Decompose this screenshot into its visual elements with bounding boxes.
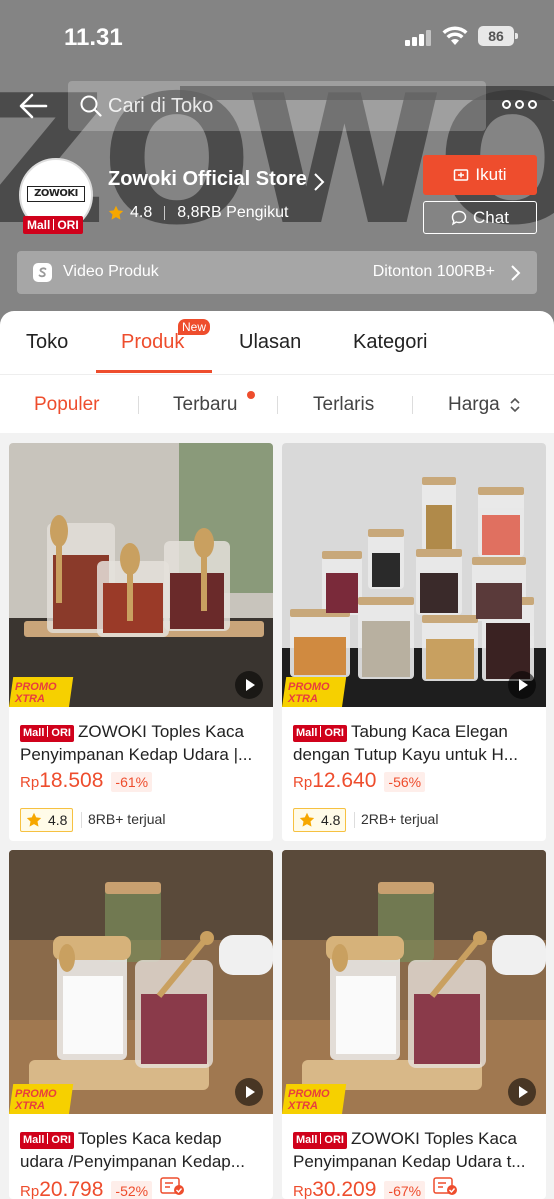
product-card[interactable]: PROMO XTRA Mall ORI Toples Kaca kedap udara… <box>9 850 273 1199</box>
store-followers: 8,8RB Pengikut <box>177 204 289 221</box>
tab-kategori[interactable]: Kategori <box>353 331 428 354</box>
active-tab-indicator <box>96 370 212 373</box>
discount-badge: -61% <box>111 772 153 792</box>
product-image[interactable]: PROMO XTRA <box>282 443 546 707</box>
star-icon <box>299 812 315 827</box>
product-price: Rp 20.798 -52% <box>20 1176 186 1199</box>
chat-bubble-icon <box>451 210 467 226</box>
store-search-bar[interactable] <box>68 81 486 131</box>
sort-terlaris[interactable]: Terlaris <box>313 394 374 416</box>
promo-xtra-text: PROMO XTRA <box>288 681 330 705</box>
shopee-video-icon <box>33 263 52 282</box>
wifi-icon <box>442 26 468 45</box>
back-arrow-icon[interactable] <box>16 88 52 124</box>
video-products-label: Video Produk <box>63 263 159 280</box>
store-name[interactable]: Zowoki Official Store <box>108 168 307 191</box>
follow-label: Ikuti <box>475 165 507 184</box>
divider <box>354 812 355 828</box>
mall-ori-badge: Mall ORI <box>23 216 83 234</box>
product-card[interactable]: PROMO XTRA Mall ORI ZOWOKI Toples Kaca Peny… <box>282 850 546 1199</box>
store-rating: 4.8 <box>130 204 153 221</box>
divider <box>164 206 166 220</box>
product-title: Mall ORI Toples Kaca kedap udara /Penyimpa… <box>20 1129 245 1171</box>
follow-button[interactable]: Ikuti <box>423 155 537 195</box>
store-stats: 4.8 8,8RB Pengikut <box>108 204 288 222</box>
coupon-icon <box>160 1177 185 1195</box>
divider <box>81 812 82 828</box>
product-price: Rp 12.640 -56% <box>293 769 426 793</box>
product-title: Mall ORI ZOWOKI Toples Kaca Penyimpanan Ke… <box>20 722 253 764</box>
product-rating: 4.8 <box>20 808 74 832</box>
video-products-bar[interactable]: Video Produk Ditonton 100RB+ <box>17 251 537 294</box>
store-tabs: Toko Produk New Ulasan Kategori <box>0 311 554 375</box>
sort-harga[interactable]: Harga <box>448 394 500 416</box>
tab-ulasan[interactable]: Ulasan <box>239 331 301 354</box>
star-icon <box>108 205 124 220</box>
product-price: Rp 30.209 -67% <box>293 1176 459 1199</box>
promo-xtra-text: PROMO XTRA <box>15 1088 57 1112</box>
sort-updown-icon[interactable] <box>508 395 522 415</box>
search-icon <box>80 95 102 117</box>
product-image[interactable]: PROMO XTRA <box>9 443 273 707</box>
chevron-right-icon[interactable] <box>312 172 326 192</box>
coupon-icon <box>433 1177 458 1195</box>
discount-badge: -52% <box>111 1181 153 1199</box>
status-time: 11.31 <box>64 24 123 51</box>
product-card[interactable]: PROMO XTRA Mall ORI Tabung Kaca Elegan deng… <box>282 443 546 841</box>
play-video-icon[interactable] <box>508 1078 536 1106</box>
mall-ori-badge: Mall ORI <box>293 1132 347 1149</box>
promo-xtra-text: PROMO XTRA <box>288 1088 330 1112</box>
store-avatar[interactable]: ZOWOKI Mall ORI <box>19 158 93 234</box>
divider <box>412 396 413 414</box>
video-views-count: Ditonton 100RB+ <box>372 263 495 280</box>
tab-produk[interactable]: Produk <box>121 331 184 354</box>
sold-count: 2RB+ terjual <box>361 811 439 827</box>
mall-ori-badge: Mall ORI <box>20 725 74 742</box>
play-video-icon[interactable] <box>235 671 263 699</box>
product-title: Mall ORI ZOWOKI Toples Kaca Penyimpanan Ke… <box>293 1129 526 1171</box>
product-price: Rp 18.508 -61% <box>20 769 153 793</box>
store-logo-text: ZOWOKI <box>27 186 85 202</box>
battery-indicator: 86 <box>478 26 518 46</box>
product-image[interactable]: PROMO XTRA <box>282 850 546 1114</box>
discount-badge: -56% <box>384 772 426 792</box>
sort-terbaru[interactable]: Terbaru <box>173 394 237 416</box>
play-video-icon[interactable] <box>235 1078 263 1106</box>
divider <box>277 396 278 414</box>
product-card[interactable]: PROMO XTRA Mall ORI ZOWOKI Toples Kaca Peny… <box>9 443 273 841</box>
chat-label: Chat <box>473 207 509 227</box>
status-bar: 11.31 86 <box>0 0 554 70</box>
store-header: ZOWOKI 11.31 86 ZOWOKI MallORI Zowoki Of… <box>0 0 554 330</box>
play-video-icon[interactable] <box>508 671 536 699</box>
chat-button[interactable]: Chat <box>423 201 537 234</box>
new-dot-indicator <box>247 391 255 399</box>
more-options-icon[interactable] <box>502 100 538 112</box>
tab-toko[interactable]: Toko <box>26 331 68 354</box>
sort-populer[interactable]: Populer <box>34 394 100 416</box>
product-image[interactable]: PROMO XTRA <box>9 850 273 1114</box>
product-rating: 4.8 <box>293 808 347 832</box>
mall-ori-badge: Mall ORI <box>293 725 347 742</box>
product-title: Mall ORI Tabung Kaca Elegan dengan Tutup K… <box>293 722 518 764</box>
star-icon <box>26 812 42 827</box>
sold-count: 8RB+ terjual <box>88 811 166 827</box>
new-badge: New <box>178 319 211 335</box>
divider <box>138 396 139 414</box>
sort-bar: Populer Terbaru Terlaris Harga <box>0 375 554 433</box>
follow-store-icon <box>454 169 469 181</box>
discount-badge: -67% <box>384 1181 426 1199</box>
mall-ori-badge: Mall ORI <box>20 1132 74 1149</box>
cellular-signal-icon <box>405 30 433 46</box>
promo-xtra-text: PROMO XTRA <box>15 681 57 705</box>
search-input[interactable] <box>108 81 478 131</box>
chevron-right-icon <box>511 265 521 281</box>
